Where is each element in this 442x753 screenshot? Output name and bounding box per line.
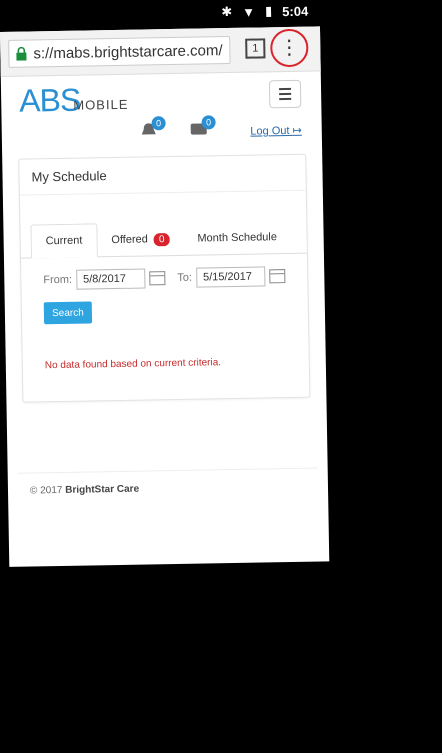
tab-current-label: Current [45, 234, 83, 248]
tab-month-schedule[interactable]: Month Schedule [183, 221, 291, 255]
company-name: BrightStar Care [65, 483, 140, 496]
alerts-button[interactable]: 0 [140, 116, 166, 140]
messages-button[interactable]: 0 [190, 115, 216, 139]
to-label: To: [177, 271, 193, 284]
schedule-tabs: Current Offered 0 Month Schedule [20, 216, 307, 259]
page-content: ABS MOBILE 0 0 Log Out ↦ My Schedule Cur… [1, 71, 328, 509]
search-button[interactable]: Search [43, 301, 93, 325]
schedule-panel: My Schedule Current Offered 0 Month Sche… [18, 153, 311, 403]
tab-current[interactable]: Current [30, 223, 98, 259]
url-bar[interactable]: s://mabs.brightstarcare.com/ [8, 35, 231, 68]
tab-switcher-button[interactable]: 1 [245, 38, 266, 59]
to-date-input[interactable]: 5/15/2017 [195, 266, 266, 288]
date-filters: From: 5/8/2017 To: 5/15/2017 [21, 254, 308, 303]
tab-offered-label: Offered [111, 233, 148, 247]
page-footer: © 2017 BrightStar Care [17, 467, 319, 509]
copyright-text: © 2017 [29, 484, 63, 497]
browser-menu-button[interactable]: ⋮ [269, 28, 309, 68]
menu-icon-line [279, 92, 292, 96]
from-date-input[interactable]: 5/8/2017 [75, 268, 146, 290]
status-time: 5:04 [282, 3, 309, 19]
menu-icon-line [279, 97, 292, 101]
lock-icon [16, 46, 27, 61]
tab-month-label: Month Schedule [197, 231, 278, 245]
alerts-badge: 0 [151, 116, 166, 131]
logout-label: Log Out [250, 124, 290, 138]
user-toolbar: 0 0 Log Out ↦ [12, 115, 312, 151]
browser-screen: s://mabs.brightstarcare.com/ 1 ⋮ ABS MOB… [0, 26, 330, 567]
app-logo[interactable]: ABS [19, 82, 81, 120]
panel-title: My Schedule [19, 154, 306, 196]
logout-icon: ↦ [292, 124, 302, 137]
bluetooth-icon: ✱ [221, 3, 233, 20]
logout-link[interactable]: Log Out ↦ [250, 124, 302, 138]
url-text: s://mabs.brightstarcare.com/ [33, 41, 223, 62]
app-logo-subtitle: MOBILE [73, 96, 129, 113]
more-vert-icon: ⋮ [279, 36, 300, 60]
browser-toolbar: s://mabs.brightstarcare.com/ 1 ⋮ [0, 26, 321, 77]
messages-badge: 0 [201, 115, 216, 130]
wifi-icon: ▼ [242, 4, 256, 20]
empty-state-message: No data found based on current criteria. [44, 357, 222, 372]
calendar-icon[interactable] [269, 269, 286, 284]
battery-icon: ▮ [264, 3, 273, 19]
from-label: From: [43, 273, 73, 287]
tab-offered[interactable]: Offered 0 [97, 223, 184, 256]
status-icons: ✱ ▼ ▮ 5:04 [221, 3, 308, 21]
offered-count-badge: 0 [153, 233, 170, 247]
calendar-icon[interactable] [149, 271, 166, 286]
app-header: ABS MOBILE [11, 72, 312, 121]
nav-menu-button[interactable] [268, 79, 302, 109]
phone-frame: ✱ ▼ ▮ 5:04 s://mabs.brightstarcare.com/ … [0, 0, 442, 753]
menu-icon [279, 87, 292, 91]
